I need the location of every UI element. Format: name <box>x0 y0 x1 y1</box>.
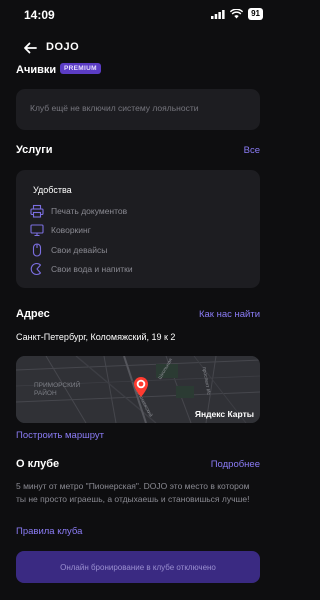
map-preview[interactable]: ПРИМОРСКИЙ РАЙОН Коломяжский Школьная пр… <box>16 356 260 423</box>
achievements-title: Ачивки <box>16 64 57 76</box>
how-to-find-link[interactable]: Как нас найти <box>199 309 260 320</box>
back-arrow-icon[interactable] <box>20 38 40 58</box>
booking-disabled-button[interactable]: Онлайн бронирование в клубе отключено <box>16 551 260 583</box>
battery-indicator: 91 <box>248 8 263 20</box>
cup-icon <box>30 262 42 276</box>
amenity-item-devices: Свои девайсы <box>30 242 107 258</box>
page-title: DOJO <box>46 41 80 53</box>
services-title: Услуги <box>16 144 53 156</box>
monitor-icon <box>30 224 44 237</box>
amenity-item-drinks: Свои вода и напитки <box>30 261 133 277</box>
mouse-icon <box>32 243 42 257</box>
signal-icon <box>211 9 225 19</box>
about-more-link[interactable]: Подробнее <box>211 459 260 470</box>
status-icons: 91 <box>211 8 263 20</box>
amenity-label: Свои девайсы <box>51 245 108 255</box>
amenity-item-coworking: Коворкинг <box>30 222 91 238</box>
about-title: О клубе <box>16 458 60 470</box>
amenities-title: Удобства <box>33 185 72 195</box>
printer-icon <box>30 204 44 218</box>
status-bar: 14:09 91 <box>0 0 277 30</box>
map-brand-label: Яндекс Карты <box>194 409 254 419</box>
address-title: Адрес <box>16 308 50 320</box>
loyalty-card: Клуб ещё не включил систему лояльности <box>16 89 260 130</box>
map-district-label: ПРИМОРСКИЙ РАЙОН <box>34 382 81 397</box>
amenity-item-printing: Печать документов <box>30 203 127 219</box>
loyalty-message: Клуб ещё не включил систему лояльности <box>30 103 199 113</box>
build-route-link[interactable]: Построить маршрут <box>16 430 104 441</box>
amenity-label: Свои вода и напитки <box>51 264 133 274</box>
about-description: 5 минут от метро "Пионерская". DOJO это … <box>16 481 250 504</box>
club-rules-link[interactable]: Правила клуба <box>16 526 82 537</box>
address-value: Санкт-Петербург, Коломяжский, 19 к 2 <box>16 332 176 342</box>
wifi-icon <box>230 9 244 19</box>
amenity-label: Коворкинг <box>51 225 91 235</box>
services-all-link[interactable]: Все <box>244 145 260 156</box>
booking-label: Онлайн бронирование в клубе отключено <box>60 562 216 572</box>
amenity-label: Печать документов <box>51 206 128 216</box>
nav-bar: DOJO <box>0 36 277 60</box>
amenities-card: Удобства Печать документов Коворкинг Сво… <box>16 170 260 288</box>
premium-badge: PREMIUM <box>60 63 101 74</box>
map-pin-icon <box>134 377 148 397</box>
status-time: 14:09 <box>24 8 55 22</box>
